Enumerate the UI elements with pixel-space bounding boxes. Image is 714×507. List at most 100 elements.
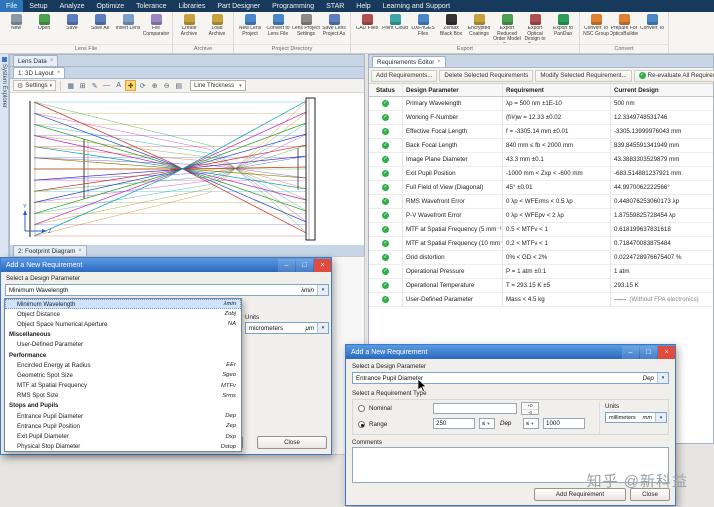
re-evaluate-all-requirements-button[interactable]: ✓Re-evaluate All Requirements [633, 69, 714, 82]
menu-file[interactable]: File [0, 0, 24, 12]
text-icon[interactable]: A [113, 80, 124, 91]
menu-optimize[interactable]: Optimize [90, 0, 130, 12]
encrypted-coatings-button[interactable]: Encrypted Coatings [465, 13, 493, 44]
zoom-in-icon[interactable]: ⊕ [149, 80, 160, 91]
copy-icon[interactable]: ▦ [65, 80, 76, 91]
requirement-row[interactable]: ✓ P-V Wavefront Error 0 λp < WFEpv < 2 λp 1… [369, 209, 713, 223]
design-parameter-select[interactable]: Minimum Wavelength λmin ▾ [5, 284, 329, 296]
modify-selected-requirement-button[interactable]: Modify Selected Requirement... [535, 69, 632, 82]
close-button[interactable]: × [314, 258, 331, 272]
add-requirements-button[interactable]: Add Requirements... [371, 69, 438, 82]
dropdown-group-miscellaneous[interactable]: Miscellaneous [5, 330, 241, 340]
menu-part-designer[interactable]: Part Designer [211, 0, 266, 12]
requirement-row[interactable]: ✓ MTF at Spatial Frequency (10 mm⁻¹) 0.2 <… [369, 237, 713, 251]
convert-to-button[interactable]: Convert To [638, 13, 666, 44]
menu-help[interactable]: Help [350, 0, 376, 12]
insert-lens-button[interactable]: Insert Lens [114, 13, 142, 44]
delete-selected-requirements-button[interactable]: Delete Selected Requirements [439, 69, 534, 82]
rotate-icon[interactable]: ⟳ [137, 80, 148, 91]
column-header-requirement[interactable]: Requirement [503, 84, 611, 96]
dropdown-group-stops-and-pupils[interactable]: Stops and Pupils [5, 401, 241, 411]
pen-icon[interactable]: ✎ [89, 80, 100, 91]
tab-footprint-diagram[interactable]: 2: Footprint Diagram × [13, 245, 87, 256]
requirement-row[interactable]: ✓ MTF at Spatial Frequency (5 mm⁻¹) 0.5 < … [369, 223, 713, 237]
dialog-title-bar[interactable]: Add a New Requirement – □ × [1, 258, 331, 272]
menu-star[interactable]: STAR [320, 0, 350, 12]
zemax-black-box-button[interactable]: Zemax Black Box [437, 13, 465, 44]
menu-tolerance[interactable]: Tolerance [130, 0, 172, 12]
dropdown-item-entrance-pupil-diameter[interactable]: Entrance Pupil Diameter Dep [5, 411, 241, 421]
dropdown-item-object-space-numerical-aperture[interactable]: Object Space Numerical Aperture NA [5, 319, 241, 329]
line-icon[interactable]: — [101, 80, 112, 91]
dropdown-item-user-defined-parameter[interactable]: User-Defined Parameter [5, 340, 241, 350]
requirement-row[interactable]: ✓ Grid distortion 0% < GD < 2% 0.0224728976… [369, 251, 713, 265]
ray-diagram-canvas[interactable]: Y Z [10, 93, 364, 245]
nominal-radio[interactable] [358, 405, 365, 412]
requirement-row[interactable]: ✓ User-Defined Parameter Mass < 4.5 kg ----… [369, 293, 713, 307]
menu-setup[interactable]: Setup [23, 0, 53, 12]
zoom-window-icon[interactable]: ⊞ [77, 80, 88, 91]
prepare-for-opticsbuilder-button[interactable]: Prepare For OpticsBuilder [610, 13, 638, 44]
save-button[interactable]: Save [58, 13, 86, 44]
requirement-row[interactable]: ✓ Working F-Number (f/#)w = 12.33 ±0.02 12.… [369, 111, 713, 125]
chevron-down-icon[interactable]: ▾ [317, 323, 328, 333]
dropdown-item-mtf-at-spatial-frequency[interactable]: MTF at Spatial Frequency MTFν [5, 381, 241, 391]
zoom-out-icon[interactable]: ⊖ [161, 80, 172, 91]
tab-lens-data[interactable]: Lens Data × [13, 55, 59, 66]
column-header-current-design[interactable]: Current Design [611, 84, 713, 96]
pan-icon[interactable]: ✚ [125, 80, 137, 91]
dropdown-group-performance[interactable]: Performance [5, 350, 241, 360]
dxf-iges-files-button[interactable]: DXF/IGES Files [409, 13, 437, 44]
save-lens-project-as-button[interactable]: Save Lens Project As [320, 13, 348, 44]
column-header-status[interactable]: Status [369, 84, 403, 96]
new-button[interactable]: New [2, 13, 30, 44]
dropdown-item-rms-spot-size[interactable]: RMS Spot Size Srms [5, 391, 241, 401]
requirement-row[interactable]: ✓ Primary Wavelength λp = 500 nm ±1E-10 500… [369, 97, 713, 111]
tab-requirements-editor[interactable]: Requirements Editor × [372, 56, 446, 67]
close-button[interactable]: × [658, 345, 675, 359]
point-cloud-button[interactable]: Point Cloud [381, 13, 409, 44]
grid-icon[interactable]: ▤ [173, 80, 184, 91]
dialog-title-bar[interactable]: Add a New Requirement – □ × [346, 345, 675, 359]
maximize-button[interactable]: □ [296, 258, 313, 272]
save-as-button[interactable]: Save As [86, 13, 114, 44]
create-archive-button[interactable]: Create Archive [175, 13, 203, 44]
close-icon[interactable]: × [437, 59, 441, 65]
load-archive-button[interactable]: Load Archive [203, 13, 231, 44]
convert-to-nsc-group-button[interactable]: Convert To NSC Group [582, 13, 610, 44]
menu-analyze[interactable]: Analyze [54, 0, 91, 12]
dropdown-item-minimum-wavelength[interactable]: Minimum Wavelength λmin [5, 299, 241, 310]
requirement-row[interactable]: ✓ Image Plane Diameter 43.3 mm ±0.1 43.3883… [369, 153, 713, 167]
requirement-row[interactable]: ✓ RMS Wavefront Error 0 λp < WFErms < 0.5 … [369, 195, 713, 209]
requirement-row[interactable]: ✓ Operational Temperature T = 293.15 K ±5 2… [369, 279, 713, 293]
cad-files-button[interactable]: CAD Files [353, 13, 381, 44]
dropdown-item-geometric-spot-size[interactable]: Geometric Spot Size Sgeo [5, 370, 241, 380]
file-comparator-button[interactable]: File Comparator [142, 13, 170, 44]
menu-programming[interactable]: Programming [266, 0, 320, 12]
units-select[interactable]: millimeters mm ▾ [605, 412, 667, 423]
nominal-tolerance-spinner[interactable]: +0 -0 [521, 402, 539, 415]
dropdown-item-physical-stop-diameter[interactable]: Physical Stop Diameter Dstop [5, 442, 241, 451]
chevron-down-icon[interactable]: ▾ [655, 413, 666, 422]
dropdown-item-encircled-energy-at-radius[interactable]: Encircled Energy at Radius EEr [5, 360, 241, 370]
open-button[interactable]: Open [30, 13, 58, 44]
line-thickness-select[interactable]: Line Thickness ▾ [190, 80, 246, 91]
range-max-input[interactable] [543, 418, 585, 429]
units-select[interactable]: micrometers μm ▾ [245, 322, 329, 334]
menu-libraries[interactable]: Libraries [172, 0, 211, 12]
nominal-value-input[interactable] [433, 403, 517, 414]
close-icon[interactable]: × [57, 70, 61, 76]
convert-to-lens-file-button[interactable]: Convert to Lens File [264, 13, 292, 44]
lens-project-settings-button[interactable]: Lens Project Settings [292, 13, 320, 44]
export-to-pandao-button[interactable]: Export to PanDao [549, 13, 577, 44]
dropdown-item-entrance-pupil-position[interactable]: Entrance Pupil Position Zep [5, 421, 241, 431]
maximize-button[interactable]: □ [640, 345, 657, 359]
range-min-input[interactable] [433, 418, 475, 429]
tab-3d-layout[interactable]: 1: 3D Layout × [13, 67, 66, 78]
close-icon[interactable]: × [78, 248, 82, 254]
minimize-button[interactable]: – [278, 258, 295, 272]
requirement-row[interactable]: ✓ Exit Pupil Position -1000 mm < Zxp < -60… [369, 167, 713, 181]
menu-learning-and-support[interactable]: Learning and Support [377, 0, 456, 12]
dropdown-item-object-distance[interactable]: Object Distance Zobj [5, 309, 241, 319]
column-header-design-parameter[interactable]: Design Parameter [403, 84, 503, 96]
